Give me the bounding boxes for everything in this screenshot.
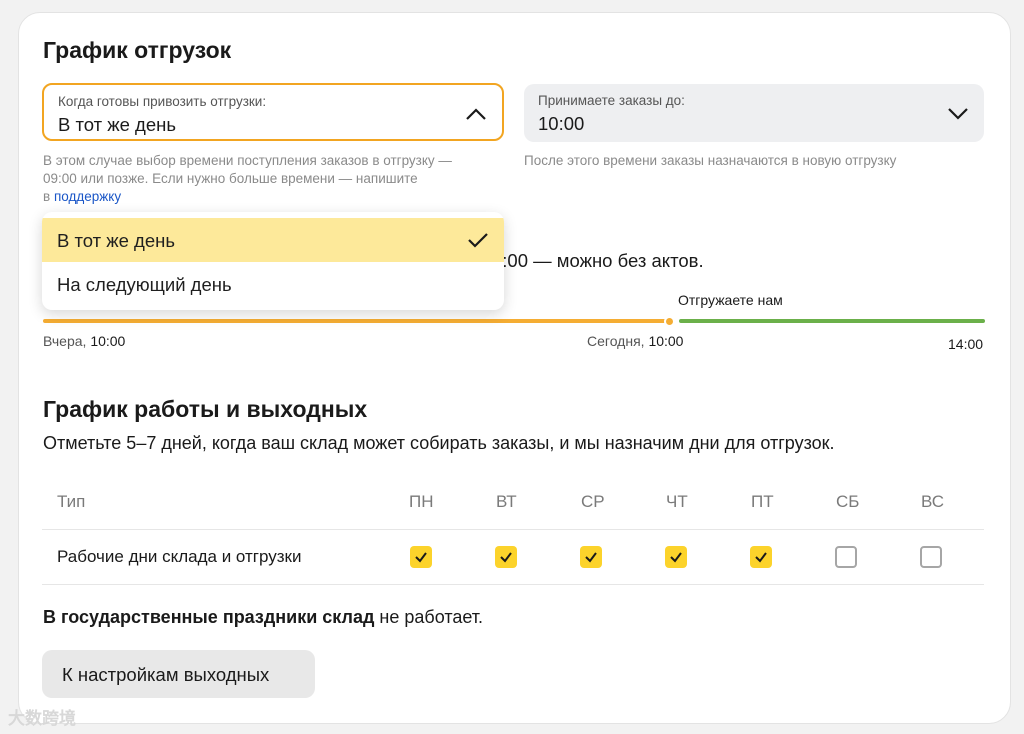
checkmark-icon (415, 552, 427, 563)
table-header-fri: ПТ (751, 492, 774, 511)
table-header-sun: ВС (921, 492, 945, 511)
checkmark-icon (500, 552, 512, 563)
dropdown-option-next-day[interactable]: На следующий день (42, 262, 504, 306)
ready-time-hint: В этом случае выбор времени поступления … (43, 153, 452, 204)
table-header-thu: ЧТ (666, 492, 688, 511)
ready-time-label: Когда готовы привозить отгрузки: (58, 94, 267, 109)
chevron-up-icon (466, 108, 486, 120)
chevron-down-icon (948, 108, 968, 120)
holidays-note: В государственные праздники склад не раб… (43, 607, 484, 627)
checkmark-icon (670, 552, 682, 563)
dropdown-option-same-day[interactable]: В тот же день (42, 218, 504, 262)
shipment-info-text: 4:00 — можно без актов. (492, 250, 704, 271)
checkbox-wed[interactable] (580, 546, 602, 568)
accept-until-select[interactable]: Принимаете заказы до: 10:00 (524, 84, 984, 142)
accept-until-label: Принимаете заказы до: (538, 93, 685, 108)
table-header-type: Тип (57, 492, 86, 511)
checkmark-icon (585, 552, 597, 563)
table-row-label: Рабочие дни склада и отгрузки (57, 547, 302, 566)
weekend-settings-button[interactable]: К настройкам выходных (42, 650, 315, 698)
table-divider (42, 529, 984, 530)
accept-until-hint: После этого времени заказы назначаются в… (524, 153, 897, 168)
schedule-title: График работы и выходных (43, 396, 368, 422)
table-divider-bottom (42, 584, 984, 585)
ready-time-value: В тот же день (58, 114, 176, 135)
timeline-bar-yesterday (43, 319, 669, 323)
ship-to-us-label: Отгружаете нам (678, 292, 783, 308)
table-header-tue: ВТ (496, 492, 517, 511)
checkmark-icon (755, 552, 767, 563)
timeline-bar-today (679, 319, 985, 323)
checkbox-sat[interactable] (835, 546, 857, 568)
ready-time-select[interactable]: Когда готовы привозить отгрузки: В тот ж… (42, 83, 504, 141)
timeline-start-label: Вчера, 10:00 (43, 333, 126, 349)
timeline-mid-label: Сегодня, 10:00 (587, 333, 684, 349)
table-header-mon: ПН (409, 492, 434, 511)
checkmark-icon (468, 233, 488, 248)
checkbox-tue[interactable] (495, 546, 517, 568)
checkbox-thu[interactable] (665, 546, 687, 568)
support-link[interactable]: поддержку (54, 189, 121, 204)
checkbox-mon[interactable] (410, 546, 432, 568)
shipments-title: График отгрузок (43, 37, 232, 63)
table-header-wed: СР (581, 492, 605, 511)
watermark-logo: 大数跨境 (8, 709, 76, 728)
ready-time-dropdown: В тот же день На следующий день (42, 212, 504, 310)
timeline-end-label: 14:00 (948, 336, 984, 352)
table-header-sat: СБ (836, 492, 860, 511)
checkbox-sun[interactable] (920, 546, 942, 568)
checkbox-fri[interactable] (750, 546, 772, 568)
accept-until-value: 10:00 (538, 113, 585, 134)
schedule-subtitle: Отметьте 5–7 дней, когда ваш склад может… (43, 433, 835, 453)
timeline-marker (664, 316, 675, 327)
